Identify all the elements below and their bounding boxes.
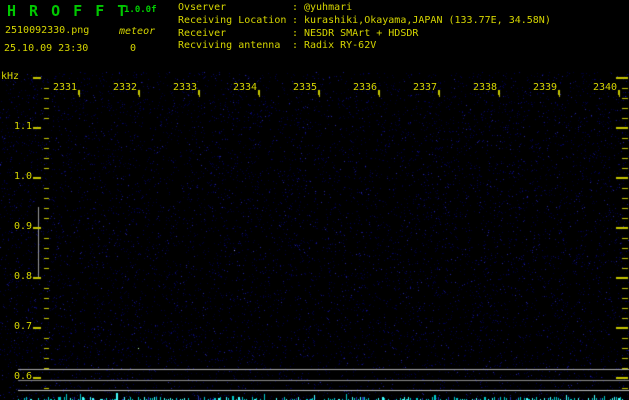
y-tick-label: 0.9 [13, 221, 32, 232]
filename-label: 2510092330.png [5, 25, 90, 36]
y-tick-label: 0.7 [13, 321, 32, 332]
x-tick-label: 2334 [232, 82, 258, 93]
info-separator: : [292, 27, 299, 39]
y-tick-label: 1.0 [13, 171, 32, 182]
x-tick-label: 2339 [532, 82, 558, 93]
info-row: Ovserver: @yuhmari [178, 2, 551, 15]
datetime-label: 25.10.09 23:30 [4, 43, 89, 54]
y-tick-label: 0.8 [13, 271, 32, 282]
x-tick-label: 2333 [172, 82, 198, 93]
info-row: Receiver: NESDR SMArt + HDSDR [178, 28, 551, 41]
x-tick-label: 2335 [292, 82, 318, 93]
x-tick-label: 2336 [352, 82, 378, 93]
info-label: Receiving Location [178, 14, 287, 26]
station-info-block: Ovserver: @yuhmari Receiving Location: kura… [178, 2, 551, 53]
info-value: Radix RY-62V [304, 40, 377, 52]
spectrogram-canvas [0, 0, 629, 400]
info-row: Recviving antenna: Radix RY-62V [178, 40, 551, 53]
x-tick-label: 2331 [52, 82, 78, 93]
hrofft-window: H R O F F T 1.0.0f 2510092330.png meteor… [0, 0, 629, 400]
info-separator: : [292, 2, 299, 13]
info-row: Receiving Location: kurashiki,Okayama,JAP… [178, 15, 551, 28]
app-title: H R O F F T [7, 2, 129, 20]
info-label: Ovserver [178, 2, 227, 13]
y-tick-label: 1.1 [13, 121, 32, 132]
info-label: Recviving antenna [178, 40, 281, 52]
info-separator: : [292, 40, 299, 52]
x-tick-label: 2338 [472, 82, 498, 93]
x-tick-label: 2340 [592, 82, 618, 93]
khz-unit-label: kHz [1, 71, 20, 82]
info-label: Receiver [178, 27, 227, 39]
info-separator: : [292, 14, 299, 26]
version-label: 1.0.0f [124, 5, 157, 15]
info-value: @yuhmari [304, 2, 353, 13]
info-value: kurashiki,Okayama,JAPAN (133.77E, 34.58N… [304, 14, 551, 26]
x-tick-label: 2337 [412, 82, 438, 93]
x-tick-label: 2332 [112, 82, 138, 93]
meteor-label: meteor [119, 26, 156, 37]
y-tick-label: 0.6 [13, 371, 32, 382]
meteor-count: 0 [130, 43, 137, 54]
info-value: NESDR SMArt + HDSDR [304, 27, 419, 39]
